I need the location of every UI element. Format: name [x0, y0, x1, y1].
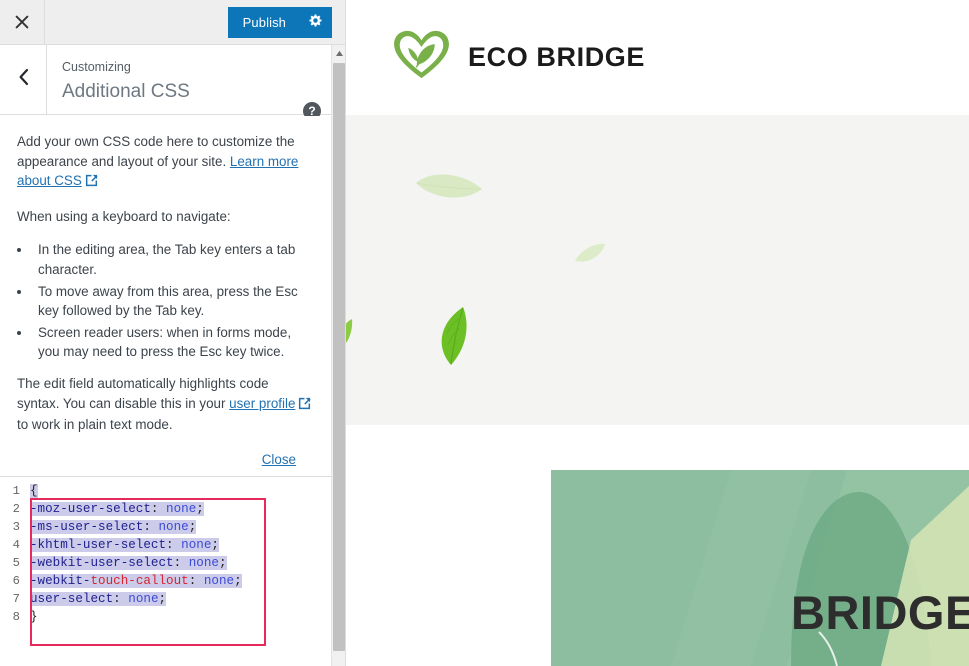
code-text[interactable]: } — [26, 608, 38, 626]
code-token: { — [30, 484, 38, 498]
code-text[interactable]: -webkit-user-select: none; — [26, 554, 227, 572]
code-token: : — [113, 592, 129, 606]
line-number: 3 — [12, 520, 20, 534]
customizer-section-header: Customizing Additional CSS ? — [0, 45, 345, 120]
line-number: 4 — [12, 538, 20, 552]
code-token: : — [143, 520, 159, 534]
code-token: : — [150, 502, 167, 516]
code-token: : — [166, 538, 182, 552]
code-text[interactable]: user-select: none; — [26, 590, 167, 608]
code-text[interactable]: -khtml-user-select: none; — [26, 536, 219, 554]
code-token: none — [188, 556, 219, 570]
code-token: ; — [188, 520, 197, 534]
syntax-text-after: to work in plain text mode. — [17, 417, 173, 433]
leaf-pale-large — [414, 167, 484, 212]
scrollbar-thumb[interactable] — [333, 63, 345, 651]
close-icon — [15, 15, 29, 29]
syntax-paragraph: The edit field automatically highlights … — [17, 374, 314, 435]
line-number: 1 — [12, 484, 20, 498]
customizer-sidebar: Publish Customizing Additional CSS ? Add… — [0, 0, 346, 666]
code-line[interactable]: 1{ — [0, 482, 331, 500]
sidebar-scrollbar[interactable] — [331, 45, 345, 666]
line-number: 8 — [12, 610, 20, 624]
code-line[interactable]: 8} — [0, 608, 331, 626]
code-token: ; — [211, 538, 219, 552]
keyboard-help-list: In the editing area, the Tab key enters … — [17, 240, 314, 362]
code-line[interactable]: 7 user-select: none; — [0, 590, 331, 608]
site-title: ECO BRIDGE — [468, 42, 646, 72]
external-link-icon — [85, 173, 98, 193]
external-link-icon — [298, 396, 312, 416]
code-token: -moz-user-select — [30, 502, 151, 516]
code-token: ; — [234, 574, 242, 588]
code-token: user-select — [30, 592, 114, 606]
list-item: Screen reader users: when in forms mode,… — [32, 323, 314, 362]
line-number: 7 — [12, 592, 20, 606]
code-token: : — [188, 574, 204, 588]
line-number: 5 — [12, 556, 20, 570]
code-line[interactable]: 5 -webkit-user-select: none; — [0, 554, 331, 572]
leaf-bright — [435, 305, 471, 372]
code-token: -ms-user-select — [30, 520, 144, 534]
code-token: -webkit- — [30, 574, 91, 588]
back-button[interactable] — [0, 45, 47, 114]
page-title: Additional CSS — [62, 81, 190, 102]
code-line[interactable]: 6 -webkit-touch-callout: none; — [0, 572, 331, 590]
customizer-screen: Publish Customizing Additional CSS ? Add… — [0, 0, 969, 666]
code-token: none — [158, 520, 189, 534]
list-item: In the editing area, the Tab key enters … — [32, 240, 314, 279]
code-token: none — [203, 574, 235, 588]
site-branding[interactable]: ECO BRIDGE — [393, 29, 645, 86]
code-line[interactable]: 2 -moz-user-select: none; — [0, 500, 331, 518]
code-token: ; — [218, 556, 227, 570]
code-token: none — [128, 592, 159, 606]
code-text[interactable]: -ms-user-select: none; — [26, 518, 197, 536]
code-line[interactable]: 3 -ms-user-select: none; — [0, 518, 331, 536]
publish-settings-button[interactable] — [299, 7, 332, 38]
code-text[interactable]: { — [26, 482, 38, 500]
site-header: ECO BRIDGE — [346, 0, 969, 115]
css-help-panel: Add your own CSS code here to customize … — [0, 116, 331, 477]
code-token: ; — [196, 502, 204, 516]
keyboard-heading: When using a keyboard to navigate: — [17, 208, 231, 224]
banner-heading: BRIDGE — [791, 586, 969, 639]
topbar-right-area: Publish — [46, 0, 345, 44]
site-preview-pane[interactable]: ECO BRIDGE BRIDGE — [346, 0, 969, 666]
leaf-pale-small — [574, 242, 606, 271]
section-titles: Customizing Additional CSS — [62, 59, 190, 105]
code-token: none — [181, 538, 212, 552]
code-lines-container[interactable]: 1{2 -moz-user-select: none; 3 -ms-user-sele… — [0, 478, 331, 626]
code-token: } — [30, 610, 38, 624]
list-item: To move away from this area, press the E… — [32, 282, 314, 321]
user-profile-link[interactable]: user profile — [229, 396, 295, 411]
gear-icon — [308, 13, 323, 33]
customizer-topbar: Publish — [0, 0, 345, 45]
customizing-label: Customizing — [62, 60, 131, 74]
css-code-editor[interactable]: 1{2 -moz-user-select: none; 3 -ms-user-sele… — [0, 478, 331, 666]
publish-control-group: Publish — [227, 7, 332, 38]
publish-button[interactable]: Publish — [227, 7, 299, 38]
code-token: -khtml-user-select — [30, 538, 167, 552]
close-help-row: Close — [17, 451, 314, 469]
code-token: ; — [158, 592, 167, 606]
hero-leaf-band — [346, 115, 969, 425]
chevron-left-icon — [17, 68, 30, 91]
line-number: 6 — [12, 574, 20, 588]
code-token: -webkit-user-select — [30, 556, 174, 570]
bridge-banner[interactable]: BRIDGE — [551, 470, 969, 666]
scroll-up-arrow-icon[interactable] — [332, 45, 345, 61]
code-token: : — [173, 556, 189, 570]
code-token: none — [166, 502, 197, 516]
line-number: 2 — [12, 502, 20, 516]
close-help-link[interactable]: Close — [262, 452, 296, 467]
code-text[interactable]: -moz-user-select: none; — [26, 500, 204, 518]
help-intro-paragraph: Add your own CSS code here to customize … — [17, 132, 314, 193]
close-customizer-button[interactable] — [0, 0, 45, 44]
code-line[interactable]: 4 -khtml-user-select: none; — [0, 536, 331, 554]
heart-leaf-logo-icon — [393, 29, 450, 86]
code-text[interactable]: -webkit-touch-callout: none; — [26, 572, 242, 590]
code-token: touch-callout — [90, 574, 189, 588]
leaf-edge — [346, 318, 354, 353]
